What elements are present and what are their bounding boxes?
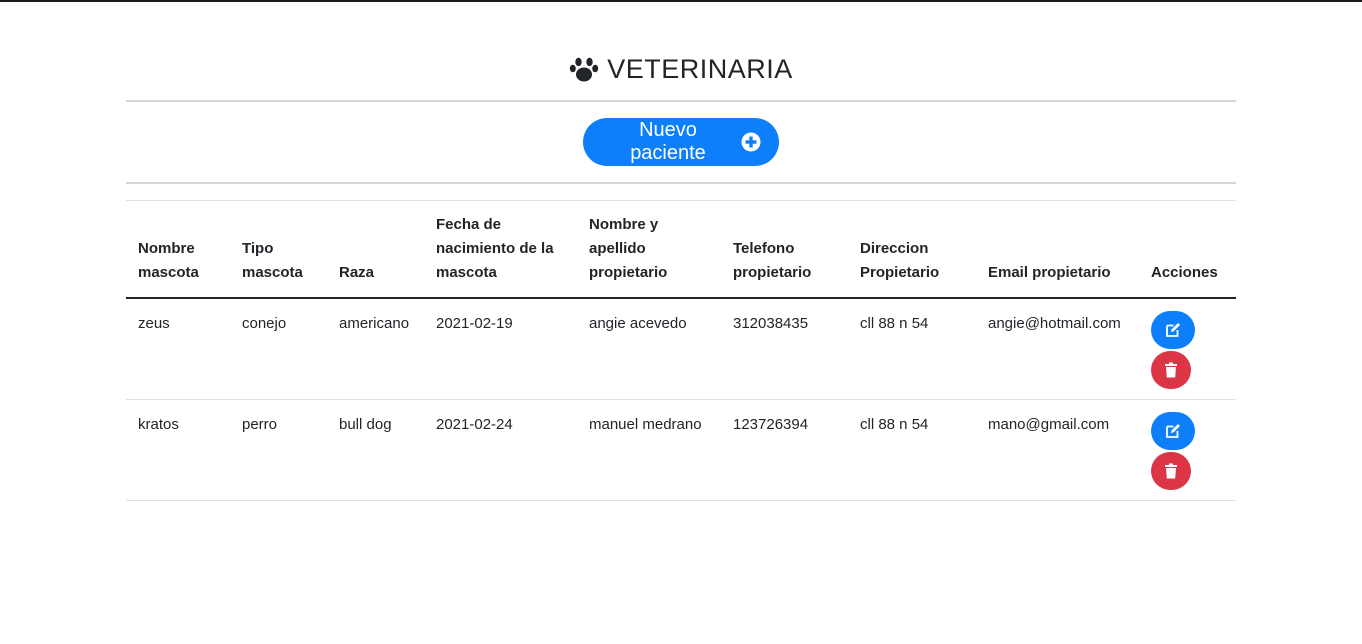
new-patient-button-label: Nuevo paciente	[630, 119, 706, 164]
cell-nombre: zeus	[126, 298, 230, 400]
cell-direccion: cll 88 n 54	[848, 399, 976, 501]
trash-icon	[1163, 463, 1179, 479]
col-header-nombre-mascota: Nombre mascota	[126, 200, 230, 299]
top-border	[0, 0, 1362, 2]
cell-email: mano@gmail.com	[976, 399, 1139, 501]
edit-icon	[1165, 322, 1181, 338]
cell-propietario: manuel medrano	[577, 399, 721, 501]
cell-propietario: angie acevedo	[577, 298, 721, 400]
row-actions	[1151, 412, 1224, 490]
cell-telefono: 312038435	[721, 298, 848, 400]
cell-fecha: 2021-02-19	[424, 298, 577, 400]
edit-icon	[1165, 423, 1181, 439]
trash-icon	[1163, 362, 1179, 378]
col-header-propietario: Nombre y apellido propietario	[577, 200, 721, 299]
cell-fecha: 2021-02-24	[424, 399, 577, 501]
delete-button[interactable]	[1151, 351, 1191, 389]
cell-email: angie@hotmail.com	[976, 298, 1139, 400]
col-header-tipo-mascota: Tipo mascota	[230, 200, 327, 299]
page-header: VETERINARIA	[126, 50, 1236, 88]
edit-button[interactable]	[1151, 412, 1195, 450]
col-header-email: Email propietario	[976, 200, 1139, 299]
cell-direccion: cll 88 n 54	[848, 298, 976, 400]
cell-telefono: 123726394	[721, 399, 848, 501]
col-header-telefono: Telefono propietario	[721, 200, 848, 299]
col-header-fecha-nacimiento: Fecha de nacimiento de la mascota	[424, 200, 577, 299]
cell-raza: americano	[327, 298, 424, 400]
col-header-direccion: Direccion Propietario	[848, 200, 976, 299]
table-header-row: Nombre mascota Tipo mascota Raza Fecha d…	[126, 200, 1236, 299]
delete-button[interactable]	[1151, 452, 1191, 490]
row-actions	[1151, 311, 1224, 389]
divider	[126, 182, 1236, 184]
cell-acciones	[1139, 298, 1236, 400]
cell-tipo: conejo	[230, 298, 327, 400]
paw-icon	[569, 55, 599, 83]
cell-tipo: perro	[230, 399, 327, 501]
table-row: kratos perro bull dog 2021-02-24 manuel …	[126, 399, 1236, 501]
patients-table: Nombre mascota Tipo mascota Raza Fecha d…	[126, 200, 1236, 501]
cell-nombre: kratos	[126, 399, 230, 501]
page-title: VETERINARIA	[607, 53, 793, 84]
divider	[126, 100, 1236, 102]
cell-raza: bull dog	[327, 399, 424, 501]
table-row: zeus conejo americano 2021-02-19 angie a…	[126, 298, 1236, 400]
edit-button[interactable]	[1151, 311, 1195, 349]
plus-circle-icon	[741, 132, 761, 152]
col-header-raza: Raza	[327, 200, 424, 299]
toolbar: Nuevo paciente	[126, 118, 1236, 166]
col-header-acciones: Acciones	[1139, 200, 1236, 299]
cell-acciones	[1139, 399, 1236, 501]
new-patient-button[interactable]: Nuevo paciente	[583, 118, 779, 166]
